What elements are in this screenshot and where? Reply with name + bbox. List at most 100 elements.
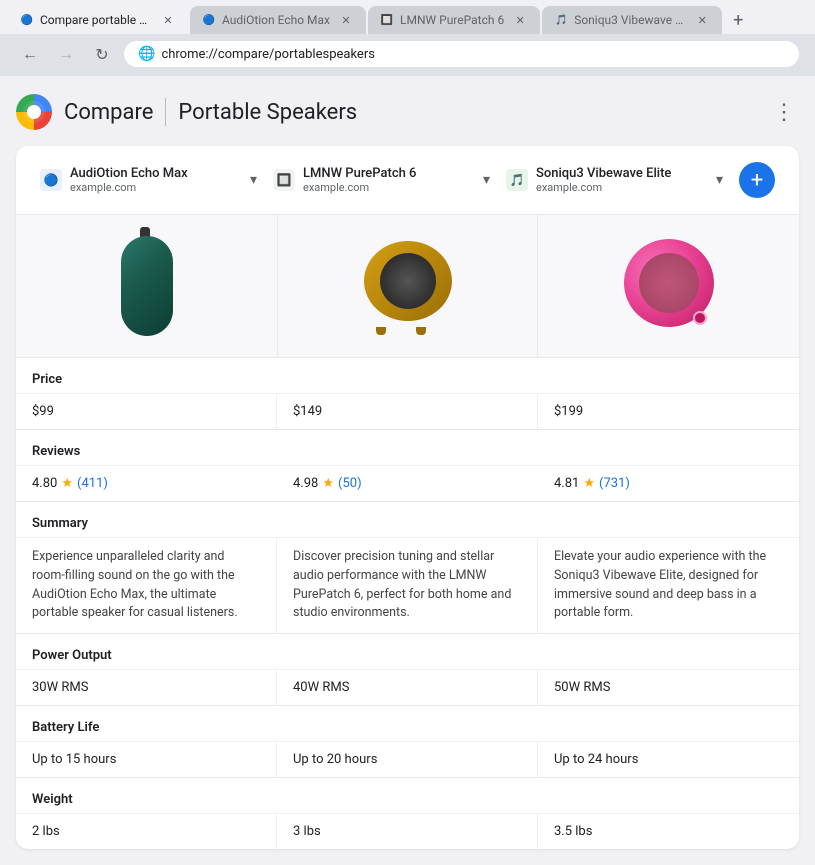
tab-audiotion[interactable]: 🔵 AudiOtion Echo Max ✕ [190, 6, 366, 34]
page-content: G Compare Portable Speakers ⋮ 🔵 AudiOtio… [0, 76, 815, 865]
new-tab-button[interactable]: + [724, 6, 752, 34]
product3-chevron: ▾ [716, 172, 723, 188]
product3-favicon: 🎵 [506, 169, 528, 191]
product2-chevron: ▾ [483, 172, 490, 188]
rating2-value: 4.98 [293, 476, 318, 491]
tab3-label: LMNW PurePatch 6 [400, 13, 504, 27]
reviews-cell-3: 4.81 ★ (731) [538, 466, 799, 501]
product1-favicon: 🔵 [40, 169, 62, 191]
product-images-row [16, 215, 799, 357]
tab-soniqu3[interactable]: 🎵 Soniqu3 Vibewave Elite ✕ [542, 6, 722, 34]
reviews-cell-2: 4.98 ★ (50) [277, 466, 538, 501]
tab-bar: 🔵 Compare portable speaker ✕ 🔵 AudiOtion… [0, 0, 815, 34]
product1-image-cell [16, 215, 277, 357]
product2-image-cell [277, 215, 538, 357]
product-selector-row: 🔵 AudiOtion Echo Max example.com ▾ 🔲 LMN… [16, 146, 799, 215]
summary-cell-3: Elevate your audio experience with the S… [538, 538, 799, 633]
review-count-3[interactable]: (731) [599, 476, 630, 491]
tab-compare-portable[interactable]: 🔵 Compare portable speaker ✕ [8, 6, 188, 34]
product1-info: AudiOtion Echo Max example.com [70, 166, 242, 194]
price-section-header: Price [16, 357, 799, 393]
tab3-favicon: 🔲 [380, 13, 394, 27]
reviews-section-header: Reviews [16, 429, 799, 465]
reviews-cell-1: 4.80 ★ (411) [16, 466, 277, 501]
tab4-label: Soniqu3 Vibewave Elite [574, 13, 686, 27]
summary-cell-1: Experience unparalleled clarity and room… [16, 538, 277, 633]
security-icon: 🌐 [138, 46, 155, 62]
product-selector-3[interactable]: 🎵 Soniqu3 Vibewave Elite example.com ▾ [498, 160, 731, 200]
tab1-close[interactable]: ✕ [160, 12, 176, 28]
product3-image [619, 239, 719, 334]
product1-name: AudiOtion Echo Max [70, 166, 242, 181]
summary-cell-2: Discover precision tuning and stellar au… [277, 538, 538, 633]
product1-domain: example.com [70, 181, 242, 194]
url-text: chrome://compare/portablespeakers [161, 47, 375, 62]
product2-image [358, 241, 458, 331]
tab-lmnw[interactable]: 🔲 LMNW PurePatch 6 ✕ [368, 6, 540, 34]
tab2-favicon: 🔵 [202, 13, 216, 27]
tab1-favicon: 🔵 [20, 13, 34, 27]
product1-image [117, 231, 177, 341]
header-divider [165, 98, 166, 126]
weight-cell-1: 2 lbs [16, 814, 277, 849]
battery-cell-3: Up to 24 hours [538, 742, 799, 777]
battery-row: Up to 15 hours Up to 20 hours Up to 24 h… [16, 741, 799, 777]
reload-button[interactable]: ↻ [88, 40, 116, 68]
page-header: G Compare Portable Speakers ⋮ [16, 76, 799, 146]
price-row: $99 $149 $199 [16, 393, 799, 429]
product3-name: Soniqu3 Vibewave Elite [536, 166, 708, 181]
price-cell-2: $149 [277, 394, 538, 429]
app-name: Compare [64, 100, 153, 125]
tab4-favicon: 🎵 [554, 13, 568, 27]
product2-domain: example.com [303, 181, 475, 194]
page-title: Portable Speakers [178, 100, 357, 125]
reviews-row: 4.80 ★ (411) 4.98 ★ (50) 4.81 ★ (731) [16, 465, 799, 501]
product2-name: LMNW PurePatch 6 [303, 166, 475, 181]
product1-chevron: ▾ [250, 172, 257, 188]
price-cell-3: $199 [538, 394, 799, 429]
review-count-1[interactable]: (411) [77, 476, 108, 491]
star2-icon: ★ [322, 476, 334, 491]
tab3-close[interactable]: ✕ [512, 12, 528, 28]
summary-section-header: Summary [16, 501, 799, 537]
star1-icon: ★ [61, 476, 73, 491]
power-cell-3: 50W RMS [538, 670, 799, 705]
product2-favicon: 🔲 [273, 169, 295, 191]
google-logo: G [16, 94, 52, 130]
battery-cell-1: Up to 15 hours [16, 742, 277, 777]
forward-button[interactable]: → [52, 40, 80, 68]
power-row: 30W RMS 40W RMS 50W RMS [16, 669, 799, 705]
product2-info: LMNW PurePatch 6 example.com [303, 166, 475, 194]
rating3-value: 4.81 [554, 476, 579, 491]
weight-cell-3: 3.5 lbs [538, 814, 799, 849]
product-selector-2[interactable]: 🔲 LMNW PurePatch 6 example.com ▾ [265, 160, 498, 200]
svg-text:G: G [28, 105, 38, 120]
tab1-label: Compare portable speaker [40, 13, 152, 27]
compare-card: 🔵 AudiOtion Echo Max example.com ▾ 🔲 LMN… [16, 146, 799, 849]
weight-section-header: Weight [16, 777, 799, 813]
weight-row: 2 lbs 3 lbs 3.5 lbs [16, 813, 799, 849]
review-count-2[interactable]: (50) [338, 476, 362, 491]
price-cell-1: $99 [16, 394, 277, 429]
product3-info: Soniqu3 Vibewave Elite example.com [536, 166, 708, 194]
address-bar: ← → ↻ 🌐 chrome://compare/portablespeaker… [0, 34, 815, 76]
power-section-header: Power Output [16, 633, 799, 669]
power-cell-1: 30W RMS [16, 670, 277, 705]
menu-button[interactable]: ⋮ [769, 96, 799, 129]
tab2-close[interactable]: ✕ [338, 12, 354, 28]
add-product-button[interactable]: + [739, 162, 775, 198]
tab4-close[interactable]: ✕ [694, 12, 710, 28]
product-selector-1[interactable]: 🔵 AudiOtion Echo Max example.com ▾ [32, 160, 265, 200]
power-cell-2: 40W RMS [277, 670, 538, 705]
url-bar[interactable]: 🌐 chrome://compare/portablespeakers [124, 41, 799, 67]
product3-domain: example.com [536, 181, 708, 194]
weight-cell-2: 3 lbs [277, 814, 538, 849]
battery-cell-2: Up to 20 hours [277, 742, 538, 777]
back-button[interactable]: ← [16, 40, 44, 68]
tab2-label: AudiOtion Echo Max [222, 13, 330, 27]
star3-icon: ★ [583, 476, 595, 491]
browser-chrome: 🔵 Compare portable speaker ✕ 🔵 AudiOtion… [0, 0, 815, 76]
summary-row: Experience unparalleled clarity and room… [16, 537, 799, 633]
product3-image-cell [538, 215, 799, 357]
rating1-value: 4.80 [32, 476, 57, 491]
